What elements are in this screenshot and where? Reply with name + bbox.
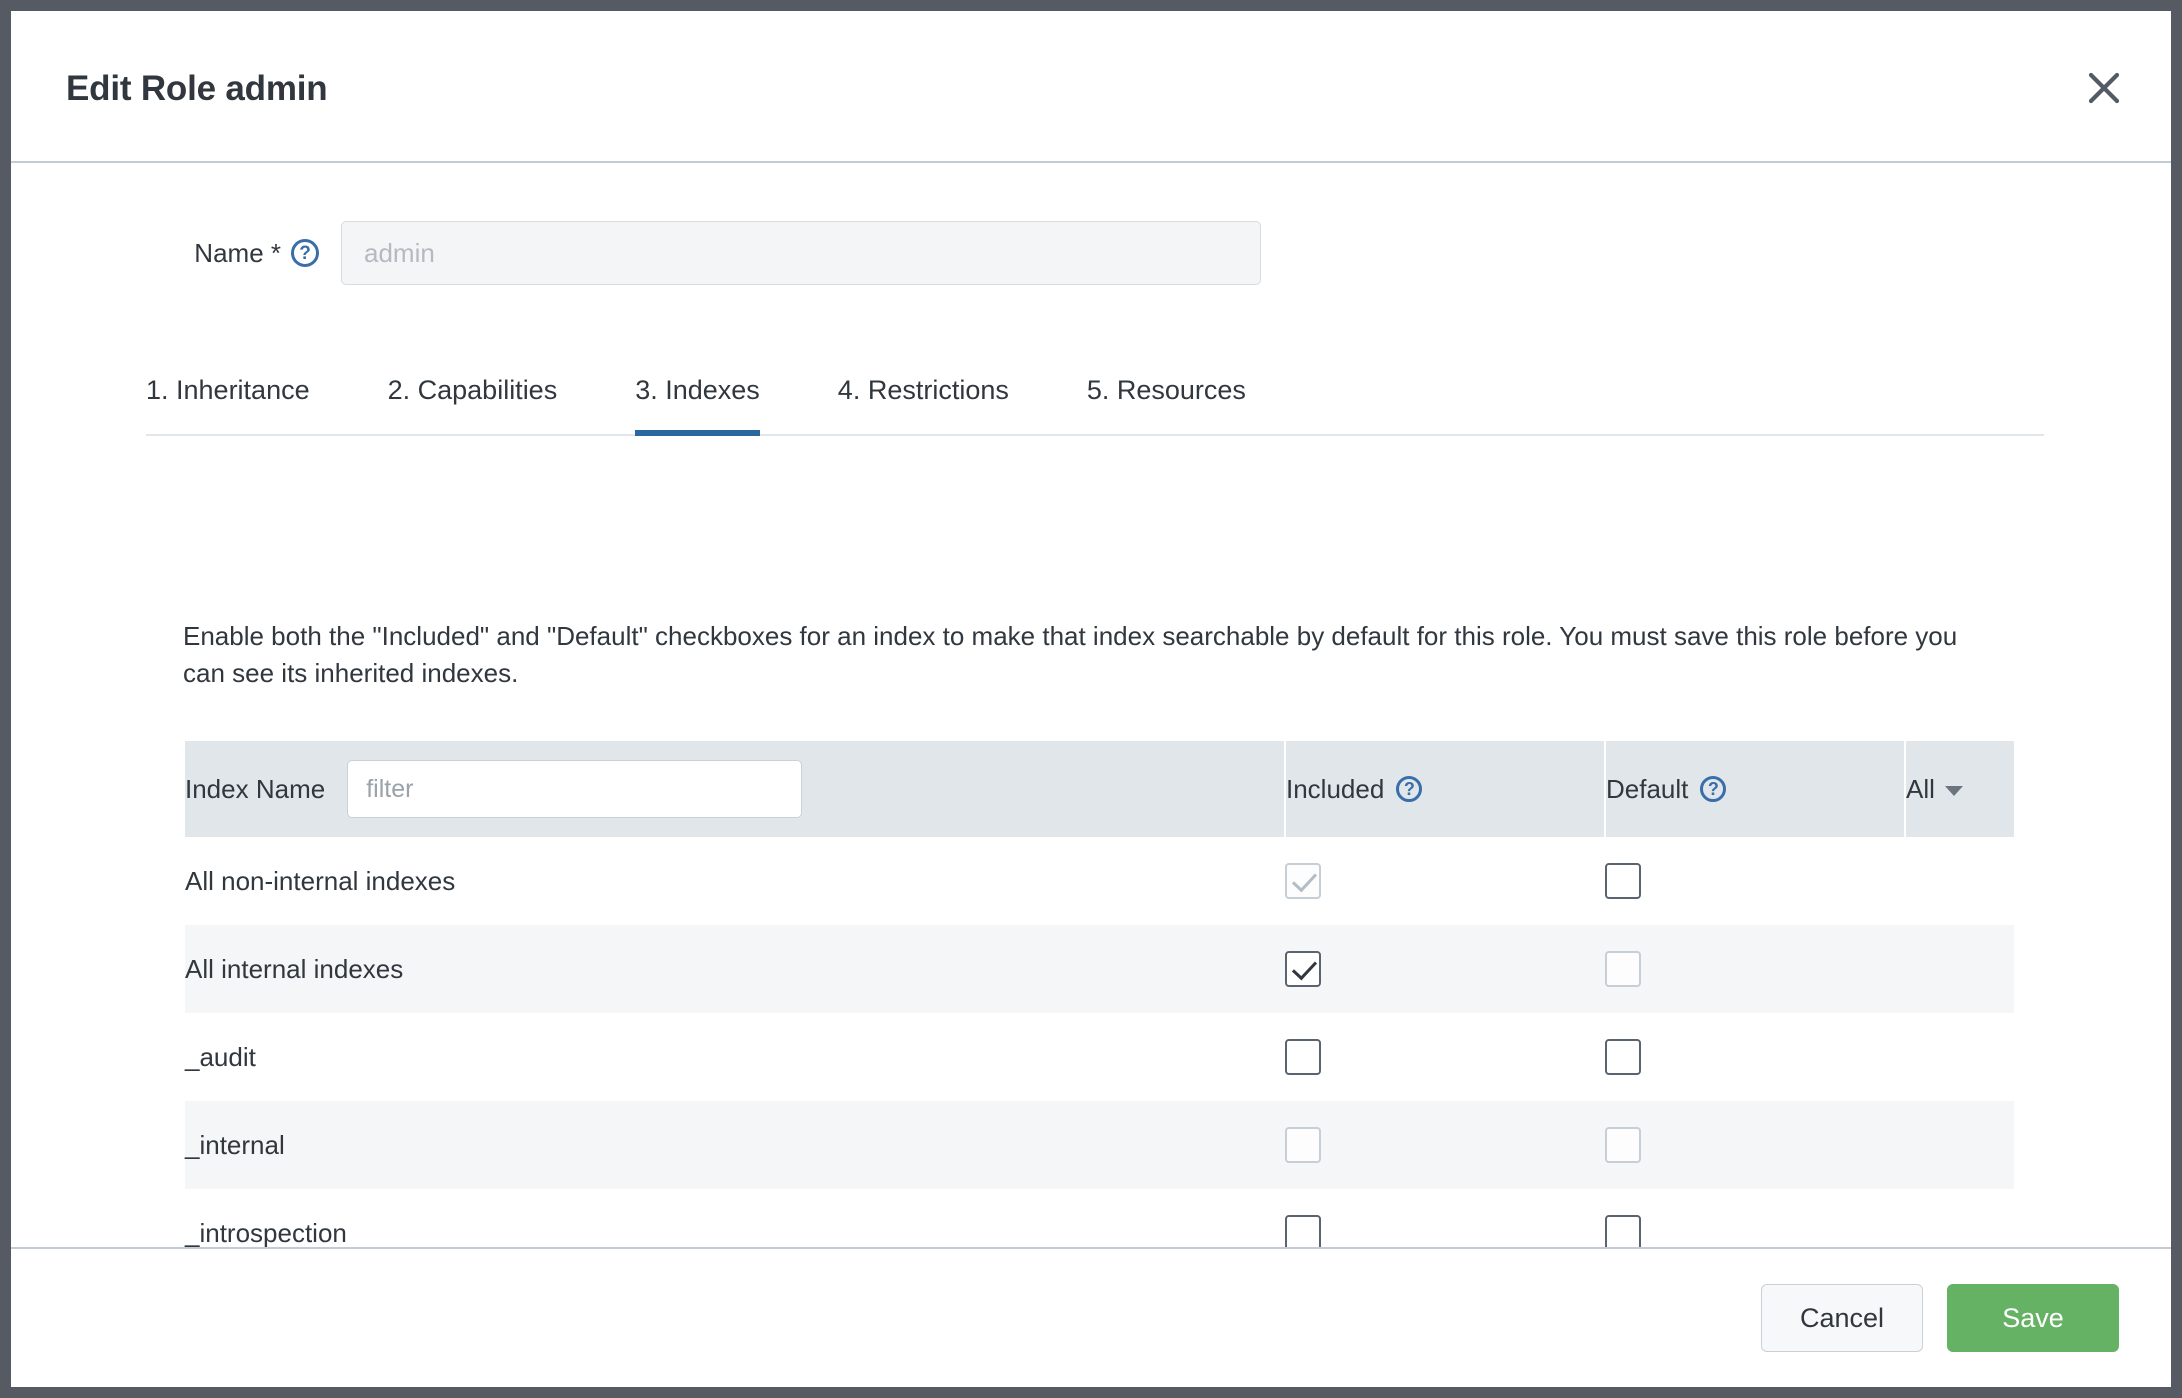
indexes-table-body: All non-internal indexes All internal ind… xyxy=(185,837,2014,1247)
table-row: _audit xyxy=(185,1013,2014,1101)
name-label: Name * xyxy=(194,237,281,268)
index-name-cell: All non-internal indexes xyxy=(185,865,456,896)
col-header-included[interactable]: Included ? xyxy=(1284,741,1605,837)
modal-scroll-area[interactable]: Name * ? 1. Inheritance 2. Capabilities … xyxy=(11,163,2171,1247)
default-cell xyxy=(1605,837,1905,925)
tab-resources[interactable]: 5. Resources xyxy=(1087,375,1246,434)
default-cell xyxy=(1605,925,1905,1013)
tab-inheritance[interactable]: 1. Inheritance xyxy=(146,375,310,434)
table-header-row: Index Name Included ? D xyxy=(185,741,2014,837)
index-name-label: Index Name xyxy=(185,773,326,804)
index-name-cell: _audit xyxy=(185,1041,256,1072)
help-icon-included[interactable]: ? xyxy=(1396,776,1423,802)
col-header-default[interactable]: Default ? xyxy=(1604,741,1905,837)
index-name-cell: _internal xyxy=(185,1129,285,1160)
default-label: Default xyxy=(1606,773,1689,804)
included-checkbox[interactable] xyxy=(1285,1215,1321,1247)
modal-body: Name * ? 1. Inheritance 2. Capabilities … xyxy=(11,163,2171,1247)
tab-indexes[interactable]: 3. Indexes xyxy=(635,375,760,436)
default-checkbox[interactable] xyxy=(1605,1215,1641,1247)
table-row: _internal xyxy=(185,1101,2014,1189)
tab-restrictions[interactable]: 4. Restrictions xyxy=(838,375,1009,434)
all-cell xyxy=(1905,1101,2014,1189)
tab-capabilities[interactable]: 2. Capabilities xyxy=(388,375,558,434)
all-cell xyxy=(1905,1013,2014,1101)
default-checkbox xyxy=(1605,951,1641,987)
included-cell xyxy=(1285,925,1605,1013)
col-header-all-dropdown[interactable]: All xyxy=(1904,741,2014,837)
modal-footer: Cancel Save xyxy=(11,1247,2171,1387)
table-row: All internal indexes xyxy=(185,925,2014,1013)
name-label-wrap: Name * ? xyxy=(11,238,341,269)
chevron-down-icon xyxy=(1944,785,1963,796)
close-icon xyxy=(2087,71,2121,105)
page-title: Edit Role admin xyxy=(66,69,328,108)
tab-bar: 1. Inheritance 2. Capabilities 3. Indexe… xyxy=(146,341,2044,436)
default-checkbox[interactable] xyxy=(1605,863,1641,899)
all-cell xyxy=(1905,837,2014,925)
save-button[interactable]: Save xyxy=(1947,1284,2119,1352)
all-cell xyxy=(1905,1189,2014,1247)
included-checkbox[interactable] xyxy=(1285,1039,1321,1075)
close-button[interactable] xyxy=(2077,61,2131,115)
indexes-table-head: Index Name Included ? D xyxy=(185,741,2014,837)
table-row: _introspection xyxy=(185,1189,2014,1247)
default-cell xyxy=(1605,1189,1905,1247)
default-checkbox xyxy=(1605,1127,1641,1163)
included-cell xyxy=(1285,837,1605,925)
all-cell xyxy=(1905,925,2014,1013)
included-cell xyxy=(1285,1101,1605,1189)
table-row: All non-internal indexes xyxy=(185,837,2014,925)
default-cell xyxy=(1605,1013,1905,1101)
included-cell xyxy=(1285,1013,1605,1101)
index-name-cell: _introspection xyxy=(185,1217,347,1248)
included-checkbox[interactable] xyxy=(1285,951,1321,987)
included-checkbox xyxy=(1285,863,1321,899)
modal-header: Edit Role admin xyxy=(11,11,2171,163)
help-icon-name[interactable]: ? xyxy=(291,239,319,267)
indexes-table: Index Name Included ? D xyxy=(185,741,2014,1247)
all-dropdown-label: All xyxy=(1906,773,1935,804)
included-checkbox xyxy=(1285,1127,1321,1163)
col-header-index-name: Index Name xyxy=(185,741,1285,837)
name-field-row: Name * ? xyxy=(11,221,2171,285)
default-checkbox[interactable] xyxy=(1605,1039,1641,1075)
included-label: Included xyxy=(1286,773,1385,804)
filter-input[interactable] xyxy=(347,760,803,818)
index-name-cell: All internal indexes xyxy=(185,953,404,984)
indexes-description: Enable both the "Included" and "Default"… xyxy=(183,621,1958,688)
cancel-button[interactable]: Cancel xyxy=(1760,1284,1923,1352)
name-input[interactable] xyxy=(341,221,1261,285)
edit-role-modal: Edit Role admin Name * ? 1. Inheritance xyxy=(11,11,2171,1387)
included-cell xyxy=(1285,1189,1605,1247)
help-icon-default[interactable]: ? xyxy=(1700,776,1727,802)
default-cell xyxy=(1605,1101,1905,1189)
